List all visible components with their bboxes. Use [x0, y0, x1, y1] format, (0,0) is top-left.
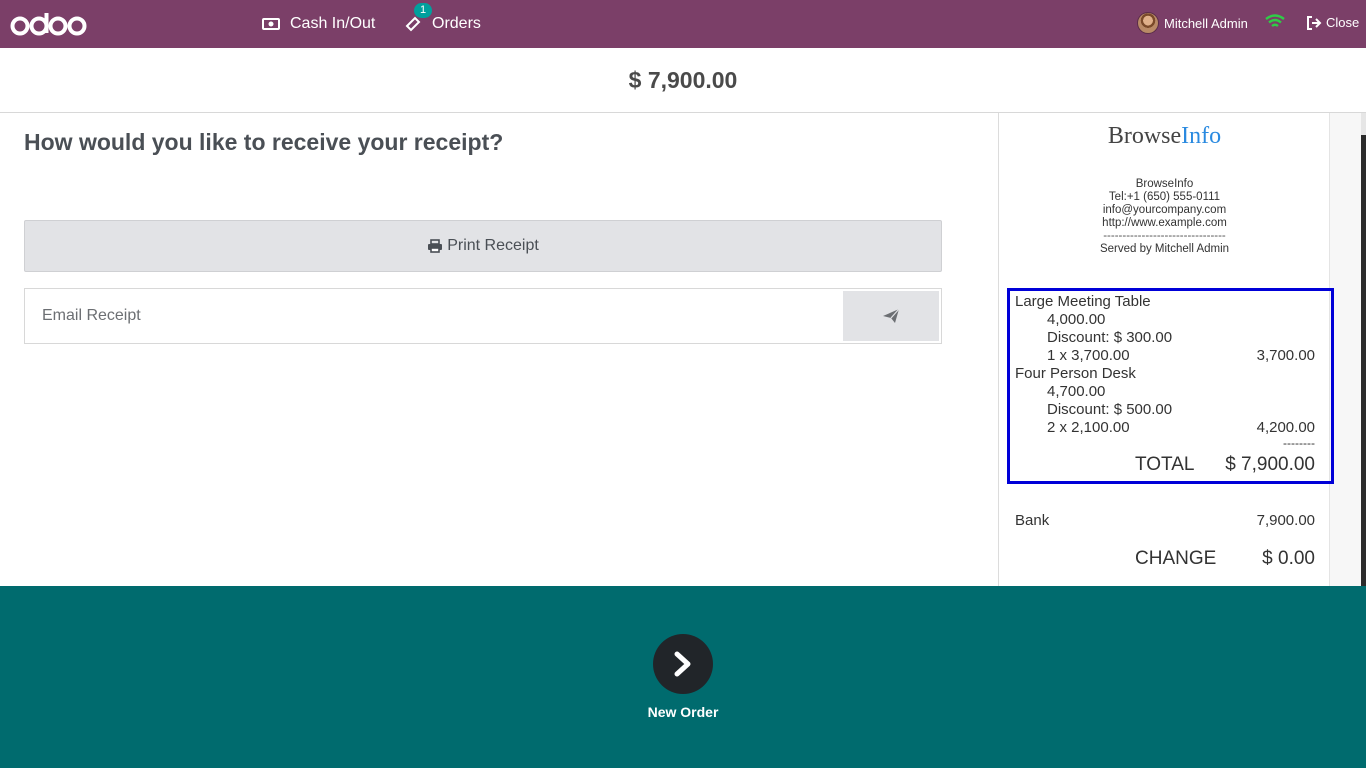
wifi-icon[interactable]: [1265, 14, 1285, 35]
close-label: Close: [1326, 15, 1360, 30]
served-by: Served by Mitchell Admin: [1099, 243, 1230, 255]
line-unit-price: 4,000.00: [1047, 311, 1106, 328]
cashier-name: Mitchell Admin: [1164, 15, 1248, 31]
contact-line: http://www.example.com: [1102, 217, 1227, 229]
contact-line: BrowseInfo: [1135, 178, 1194, 190]
receipt-question: How would you like to receive your recei…: [24, 129, 504, 155]
receipt-options-panel: How would you like to receive your recei…: [0, 113, 998, 586]
email-receipt-input[interactable]: [26, 290, 842, 342]
company-contact: BrowseInfo Tel:+1 (650) 555-0111 info@yo…: [999, 178, 1330, 256]
receipt-paper: BrowseInfo BrowseInfo Tel:+1 (650) 555-0…: [999, 113, 1334, 586]
total-separator: --------: [1283, 436, 1315, 450]
change-value: $ 0.00: [1262, 548, 1315, 569]
paper-plane-icon: [883, 308, 900, 323]
close-button[interactable]: Close: [1306, 15, 1359, 30]
payment-amount: 7,900.00: [1256, 512, 1315, 529]
order-total-amount: $ 7,900.00: [628, 66, 738, 93]
sign-out-icon: [1307, 15, 1322, 30]
payment-method: Bank: [1015, 512, 1050, 529]
company-logo-part1: Browse: [1107, 123, 1182, 149]
money-icon: [262, 17, 280, 31]
contact-line: info@yourcompany.com: [1102, 204, 1227, 216]
line-total: 4,200.00: [1256, 419, 1315, 436]
line-product-name: Large Meeting Table: [1015, 293, 1151, 310]
odoo-logo[interactable]: [10, 9, 88, 39]
orders-label: Orders: [432, 15, 481, 32]
cashier-selector[interactable]: Mitchell Admin: [1137, 12, 1248, 34]
line-qty-price: 1 x 3,700.00: [1047, 347, 1130, 364]
receipt-preview-area: BrowseInfo BrowseInfo Tel:+1 (650) 555-0…: [998, 113, 1366, 586]
line-discount: Discount: $ 300.00: [1047, 329, 1173, 346]
top-navbar: Cash In/Out 1 Orders Mitchell Admin Clos…: [0, 0, 1366, 48]
total-label: TOTAL: [1135, 454, 1195, 475]
line-qty-price: 2 x 2,100.00: [1047, 419, 1130, 436]
contact-separator: --------------------------------: [1103, 230, 1226, 242]
line-unit-price: 4,700.00: [1047, 383, 1106, 400]
cash-in-out-label: Cash In/Out: [290, 15, 376, 32]
new-order-label[interactable]: New Order: [0, 704, 1366, 720]
send-email-button[interactable]: [843, 291, 939, 341]
print-icon: [428, 239, 443, 253]
company-logo-part2: Info: [1181, 123, 1222, 149]
email-receipt-group: [24, 288, 942, 344]
print-receipt-label: Print Receipt: [447, 237, 539, 254]
new-order-button[interactable]: [653, 634, 713, 694]
orders-button[interactable]: 1 Orders: [404, 0, 481, 48]
orders-count-badge: 1: [414, 3, 433, 18]
footer-actions: New Order: [0, 586, 1366, 768]
scrollbar-thumb[interactable]: [1361, 135, 1366, 586]
ticket-icon: 1: [404, 3, 433, 33]
company-logo: BrowseInfo: [999, 123, 1330, 150]
chevron-right-icon: [674, 651, 691, 677]
avatar: [1137, 12, 1159, 34]
contact-line: Tel:+1 (650) 555-0111: [1108, 191, 1221, 203]
cash-in-out-button[interactable]: Cash In/Out: [262, 0, 375, 48]
total-value: $ 7,900.00: [1225, 454, 1315, 475]
change-label: CHANGE: [1135, 548, 1217, 569]
print-receipt-button[interactable]: Print Receipt: [24, 220, 942, 272]
line-product-name: Four Person Desk: [1015, 365, 1136, 382]
line-total: 3,700.00: [1256, 347, 1315, 364]
line-discount: Discount: $ 500.00: [1047, 401, 1173, 418]
order-total-header: $ 7,900.00: [0, 48, 1366, 113]
